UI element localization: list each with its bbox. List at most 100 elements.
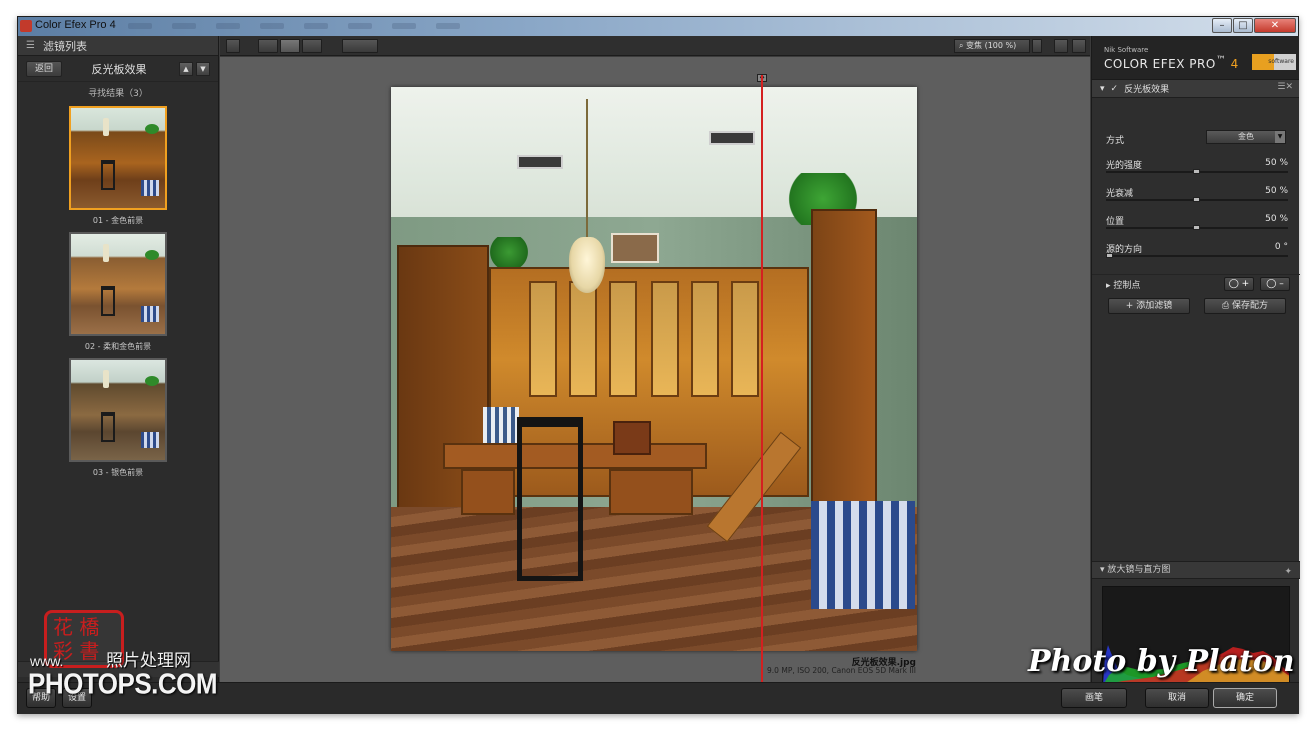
control-points-label[interactable]: ▸ 控制点 [1106, 278, 1140, 291]
preset-label: 02 - 柔和金色前景 [84, 342, 152, 351]
filter-list-title: 滤镜列表 [42, 39, 87, 53]
menu-bar [128, 23, 460, 29]
brand-product: COLOR EFEX PRO™ 4 [1104, 55, 1239, 71]
chair-shape [101, 160, 115, 190]
pin-icon[interactable]: ✦ [1284, 564, 1292, 580]
cancel-button[interactable]: 取消 [1145, 688, 1209, 708]
menu-item[interactable] [216, 23, 240, 29]
list-icon[interactable]: ☰ [26, 40, 35, 51]
title-bar[interactable]: Color Efex Pro 4 – □ ✕ [18, 17, 1298, 36]
up-arrow-icon[interactable]: ▲ [179, 61, 193, 76]
preset-item[interactable]: 02 - 柔和金色前景 [69, 232, 167, 352]
preset-item[interactable]: 01 - 金色前景 [69, 106, 167, 226]
single-view-icon[interactable] [258, 39, 278, 53]
lamp-shape [103, 244, 109, 262]
minimize-button[interactable]: – [1212, 18, 1232, 33]
add-control-point-plus-button[interactable]: ◯ + [1224, 277, 1254, 291]
menu-item[interactable] [260, 23, 284, 29]
slider-track[interactable] [1106, 255, 1288, 257]
stool-shape [141, 432, 159, 448]
zoom-selector[interactable]: ⌕ 变焦 (100 %) [954, 39, 1030, 53]
window-title: Color Efex Pro 4 [35, 19, 116, 31]
down-arrow-icon[interactable]: ▼ [196, 61, 210, 76]
split-view-icon[interactable] [280, 39, 300, 53]
control-points-row: ▸ 控制点 ◯ + ◯ – [1092, 274, 1300, 292]
pendant-lamp-shape [569, 237, 605, 293]
param-value: 50 % [1265, 214, 1288, 224]
brand-vendor: Nik Software [1104, 46, 1149, 54]
brand-trademark: ™ [1215, 55, 1227, 66]
preview-image[interactable] [391, 87, 917, 651]
glass-door [731, 281, 759, 397]
side-by-side-view-icon[interactable] [302, 39, 322, 53]
save-recipe-button[interactable]: ⎙ 保存配方 [1204, 298, 1286, 314]
view-toolbar: ⌕ 变焦 (100 %) [220, 36, 1090, 56]
stool-shape [141, 306, 159, 322]
watermark-photops: PHOTOPS.COM [28, 667, 218, 700]
preset-thumbnail[interactable] [69, 358, 167, 462]
watermark-photographer: Photo by Platon [1028, 644, 1295, 679]
zoom-label: 变焦 (100 %) [966, 41, 1017, 50]
ok-button[interactable]: 确定 [1213, 688, 1277, 708]
slider-handle[interactable] [1193, 197, 1200, 202]
menu-item[interactable] [304, 23, 328, 29]
split-view-divider[interactable] [761, 75, 763, 682]
menu-item[interactable] [172, 23, 196, 29]
glass-door [529, 281, 557, 397]
checkmark-icon[interactable]: ✓ [1111, 84, 1119, 94]
menu-item[interactable] [348, 23, 372, 29]
glass-door [569, 281, 597, 397]
zoom-menu-arrow-icon[interactable] [1032, 39, 1042, 53]
loupe-histogram-header[interactable]: ▾ 放大镜与直方图 ✦ [1092, 561, 1300, 579]
collapse-arrow-icon[interactable]: ▾ [1100, 84, 1105, 94]
filter-list-panel: ☰ 滤镜列表 返回 反光板效果 ▲ ▼ 寻找结果（3） 01 - 金色前景 02… [18, 36, 219, 696]
close-button[interactable]: ✕ [1254, 18, 1296, 33]
save-recipe-label: 保存配方 [1232, 301, 1269, 311]
preset-thumbnail[interactable] [69, 106, 167, 210]
ceiling-spotlight [517, 155, 563, 169]
method-label: 方式 [1106, 136, 1125, 146]
menu-item[interactable] [436, 23, 460, 29]
app-icon [20, 20, 32, 32]
menu-item[interactable] [392, 23, 416, 29]
light-strength-slider[interactable]: 光的强度 50 % [1106, 158, 1288, 180]
lamp-cord-shape [586, 99, 588, 249]
back-button[interactable]: 返回 [26, 60, 63, 77]
image-metadata: 9.0 MP, ISO 200, Canon EOS 5D Mark III [767, 666, 916, 675]
magnifier-icon: ⌕ [959, 41, 967, 50]
menu-item[interactable] [128, 23, 152, 29]
glass-door [651, 281, 679, 397]
checkered-stool-shape [811, 501, 915, 609]
param-value: 50 % [1265, 186, 1288, 196]
light-falloff-slider[interactable]: 光衰减 50 % [1106, 186, 1288, 208]
chair-shape [517, 417, 583, 581]
preset-thumbnail[interactable] [69, 232, 167, 336]
param-label: 光的强度 [1106, 161, 1143, 171]
source-direction-slider[interactable]: 源的方向 0 ° [1106, 242, 1288, 264]
slider-handle[interactable] [1106, 253, 1113, 258]
position-slider[interactable]: 位置 50 % [1106, 214, 1288, 236]
filter-section-header[interactable]: ▾ ✓ 反光板效果 ☰✕ [1092, 80, 1299, 98]
brush-button[interactable]: 画笔 [1061, 688, 1127, 708]
browser-toggle-icon[interactable] [226, 39, 240, 53]
method-dropdown[interactable]: 金色 ▼ [1206, 130, 1286, 144]
filter-options-icon[interactable]: ☰✕ [1277, 82, 1293, 92]
background-light-icon[interactable] [1054, 39, 1068, 53]
slider-handle[interactable] [1193, 225, 1200, 230]
add-control-point-minus-button[interactable]: ◯ – [1260, 277, 1290, 291]
compare-button[interactable] [342, 39, 378, 53]
plant-shape [145, 124, 159, 134]
books-shape [483, 407, 519, 443]
filter-list-header: ☰ 滤镜列表 [18, 36, 218, 56]
maximize-button[interactable]: □ [1233, 18, 1253, 33]
preset-item[interactable]: 03 - 银色前景 [69, 358, 167, 478]
slider-handle[interactable] [1193, 169, 1200, 174]
image-canvas[interactable]: ↔ 反光板效果.jpg 9.0 MP, ISO 200, Canon EOS 5… [220, 57, 1090, 682]
plant-shape [145, 250, 159, 260]
chair-shape [101, 286, 115, 316]
plant-shape [145, 376, 159, 386]
fullscreen-icon[interactable] [1072, 39, 1086, 53]
preset-label: 01 - 金色前景 [92, 216, 144, 225]
plant-shape [487, 237, 531, 267]
add-filter-button[interactable]: + 添加滤镜 [1108, 298, 1190, 314]
